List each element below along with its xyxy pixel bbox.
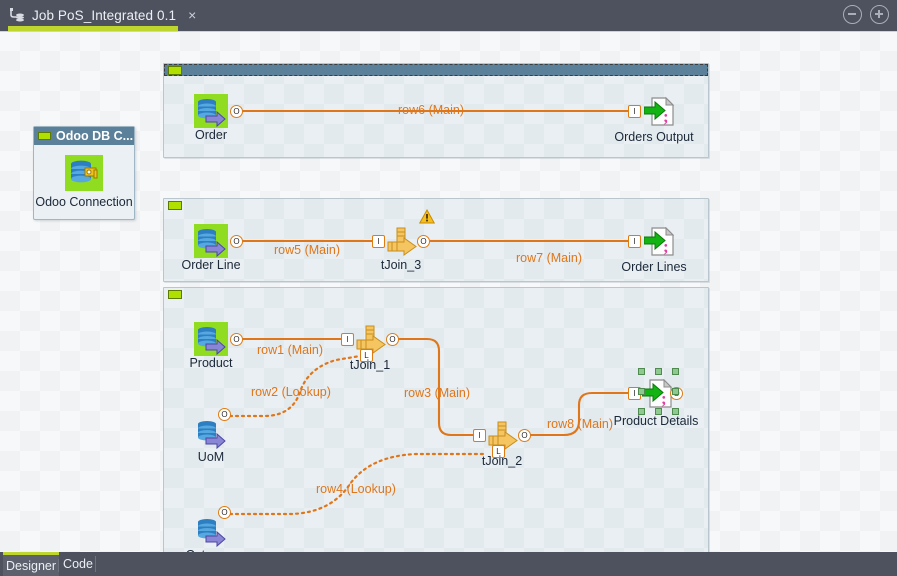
talend-job-designer-window: Job PoS_Integrated 0.1 × Odoo DB C... Od…	[0, 0, 897, 576]
subjob-orders[interactable]: row6 (Main) O Order I ; Orders Output	[163, 63, 709, 158]
component-orders-output[interactable]: I ; Orders Output	[614, 94, 694, 144]
warning-icon	[418, 208, 436, 224]
minimize-icon[interactable]	[843, 5, 862, 24]
job-design-canvas[interactable]: Odoo DB C... Odoo Connection row6 (Main)…	[0, 31, 897, 552]
database-key-icon	[65, 155, 103, 191]
resize-handle-n[interactable]	[655, 368, 662, 375]
odoo-db-connection-panel[interactable]: Odoo DB C... Odoo Connection	[33, 126, 135, 220]
port-input[interactable]: I	[628, 235, 641, 248]
component-label-order: Order	[195, 128, 227, 142]
port-output[interactable]: O	[230, 333, 243, 346]
component-tjoin-2[interactable]: I O L tJoin_2	[473, 418, 531, 468]
connection-panel-body: Odoo Connection	[34, 145, 134, 219]
port-output[interactable]: O	[218, 506, 231, 519]
link-label-row2: row2 (Lookup)	[251, 385, 331, 399]
close-icon[interactable]: ×	[188, 8, 196, 22]
port-output[interactable]: O	[230, 235, 243, 248]
component-label-orders-output: Orders Output	[614, 130, 694, 144]
tab-divider	[95, 556, 96, 572]
link-label-row5: row5 (Main)	[274, 243, 340, 257]
maximize-icon[interactable]	[870, 5, 889, 24]
component-label-tjoin-3: tJoin_3	[380, 258, 422, 272]
tab-designer-label: Designer	[5, 558, 57, 573]
link-label-row7: row7 (Main)	[516, 251, 582, 265]
port-output[interactable]: O	[230, 105, 243, 118]
subjob-order-lines[interactable]: row5 (Main) row7 (Main) O Order Line I O…	[163, 198, 709, 282]
tab-code[interactable]: Code	[60, 552, 96, 576]
subjob-products[interactable]: row1 (Main) row2 (Lookup) row3 (Main) ro…	[163, 287, 709, 552]
tab-code-label: Code	[63, 557, 93, 571]
resize-handle-w[interactable]	[638, 388, 645, 395]
tab-divider	[58, 559, 59, 572]
link-label-row8: row8 (Main)	[547, 417, 613, 431]
resize-handle-nw[interactable]	[638, 368, 645, 375]
port-input[interactable]: I	[628, 105, 641, 118]
component-label-order-lines: Order Lines	[621, 260, 687, 274]
port-input[interactable]: I	[473, 429, 486, 442]
window-controls	[843, 5, 889, 24]
editor-tab-title: Job PoS_Integrated 0.1	[32, 7, 177, 23]
connection-panel-titlebar: Odoo DB C...	[34, 127, 134, 145]
component-order[interactable]: O Order	[194, 94, 243, 142]
resize-handle-ne[interactable]	[672, 368, 679, 375]
file-output-icon: ;	[644, 224, 678, 258]
database-input-icon	[194, 224, 228, 258]
link-label-row1: row1 (Main)	[257, 343, 323, 357]
tjoin-icon	[386, 224, 420, 258]
component-tjoin-3[interactable]: I O tJoin_3	[372, 224, 430, 272]
file-output-icon: ;	[644, 94, 678, 128]
component-product[interactable]: O Product	[189, 322, 243, 370]
component-label-product-details: Product Details	[613, 414, 699, 428]
resize-handle-e[interactable]	[672, 388, 679, 395]
port-input[interactable]: I	[372, 235, 385, 248]
port-input[interactable]: I	[341, 333, 354, 346]
component-label-order-line: Order Line	[181, 258, 241, 272]
link-label-row6: row6 (Main)	[398, 103, 464, 117]
link-label-row3: row3 (Main)	[404, 386, 470, 400]
connection-panel-title: Odoo DB C...	[56, 129, 134, 143]
database-input-icon	[194, 514, 228, 548]
component-category[interactable]: O Category	[186, 506, 236, 552]
port-output[interactable]: O	[518, 429, 531, 442]
job-icon	[8, 6, 26, 24]
port-output[interactable]: O	[218, 408, 231, 421]
component-uom[interactable]: O UoM	[194, 408, 231, 464]
component-order-lines[interactable]: I ; Order Lines	[621, 224, 687, 274]
database-input-icon	[194, 322, 228, 356]
component-label-tjoin-2: tJoin_2	[481, 454, 523, 468]
database-input-icon	[194, 416, 228, 450]
component-product-details[interactable]: I ; O	[614, 368, 698, 428]
database-input-icon	[194, 94, 228, 128]
component-label-product: Product	[189, 356, 233, 370]
component-order-line[interactable]: O Order Line	[181, 224, 243, 272]
component-label-tjoin-1: tJoin_1	[349, 358, 391, 372]
component-tjoin-1[interactable]: I O L tJoin_1	[341, 322, 399, 372]
port-output[interactable]: O	[386, 333, 399, 346]
component-label-uom: UoM	[197, 450, 225, 464]
port-output[interactable]: O	[417, 235, 430, 248]
window-titlebar: Job PoS_Integrated 0.1 ×	[0, 0, 897, 31]
connection-panel-label: Odoo Connection	[35, 195, 133, 209]
canvas-top-edge	[0, 31, 897, 32]
bottom-tabbar: Designer Code	[0, 552, 897, 576]
link-label-row4: row4 (Lookup)	[316, 482, 396, 496]
tab-designer[interactable]: Designer	[3, 552, 59, 576]
collapse-icon[interactable]	[38, 132, 51, 140]
